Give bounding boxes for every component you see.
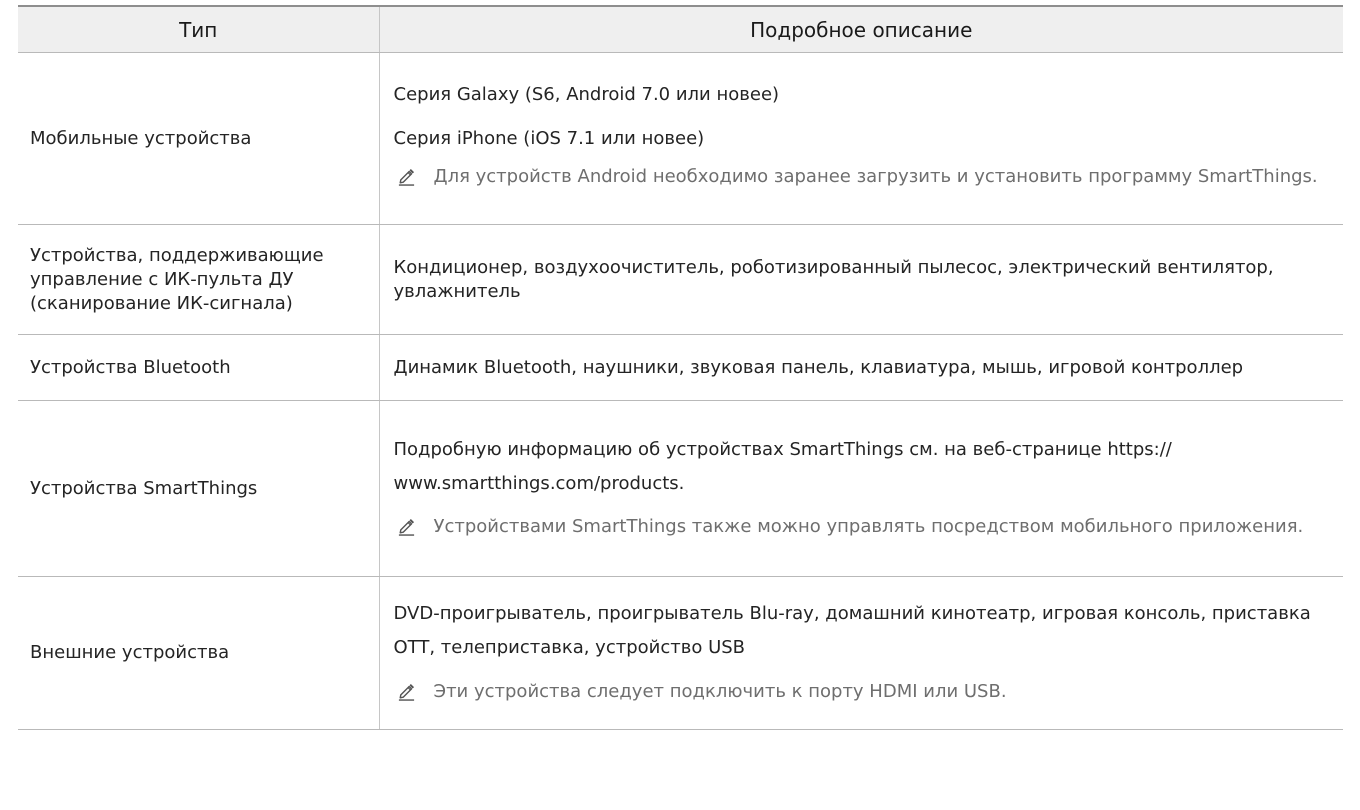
row-description-cell: Подробную информацию об устройствах Smar… (378, 400, 1343, 577)
note-text: Эти устройства следует подключить к порт… (433, 681, 1007, 702)
device-support-table: Тип Подробное описание Мобильные устройс… (18, 5, 1343, 730)
row-description-cell: Серия Galaxy (S6, Android 7.0 или новее)… (378, 52, 1343, 225)
row-description-cell: Кондиционер, воздухоочиститель, роботизи… (378, 224, 1343, 335)
row-description-cell: Динамик Bluetooth, наушники, звуковая па… (378, 334, 1343, 401)
description-line: Серия iPhone (iOS 7.1 или новее) (393, 128, 705, 149)
pencil-note-icon (398, 168, 414, 186)
note-text: Для устройств Android необходимо заранее… (433, 166, 1318, 187)
column-header-type: Тип (18, 5, 379, 53)
pencil-note-icon (398, 518, 414, 536)
row-type-cell: Устройства, поддерживающие управление с … (18, 224, 379, 335)
note: Устройствами SmartThings также можно упр… (394, 510, 1330, 544)
note: Для устройств Android необходимо заранее… (394, 160, 1330, 194)
row-type-cell: Устройства SmartThings (18, 400, 379, 577)
description-line: DVD-проигрыватель, проигрыватель Blu-ray… (393, 603, 1311, 658)
description-line: Динамик Bluetooth, наушники, звуковая па… (393, 356, 1244, 378)
row-type-cell: Мобильные устройства (18, 52, 379, 225)
row-description-cell: DVD-проигрыватель, проигрыватель Blu-ray… (378, 576, 1343, 730)
row-type-cell: Устройства Bluetooth (18, 334, 379, 401)
note: Эти устройства следует подключить к порт… (394, 675, 1330, 709)
table-row: Мобильные устройства Серия Galaxy (S6, A… (18, 52, 1343, 225)
table-row: Устройства, поддерживающие управление с … (18, 224, 1343, 335)
pencil-note-icon (398, 683, 414, 701)
table-header-row: Тип Подробное описание (18, 5, 1343, 53)
table-row: Устройства SmartThings Подробную информа… (18, 400, 1343, 577)
description-line: Кондиционер, воздухоочиститель, роботизи… (393, 256, 1274, 302)
table-row: Устройства Bluetooth Динамик Bluetooth, … (18, 334, 1343, 401)
description-line: Серия Galaxy (S6, Android 7.0 или новее) (393, 84, 780, 105)
table-row: Внешние устройства DVD-проигрыватель, пр… (18, 576, 1343, 730)
note-text: Устройствами SmartThings также можно упр… (433, 516, 1304, 537)
column-header-description: Подробное описание (378, 5, 1343, 53)
description-line: Подробную информацию об устройствах Smar… (393, 439, 1172, 494)
row-type-cell: Внешние устройства (18, 576, 379, 730)
